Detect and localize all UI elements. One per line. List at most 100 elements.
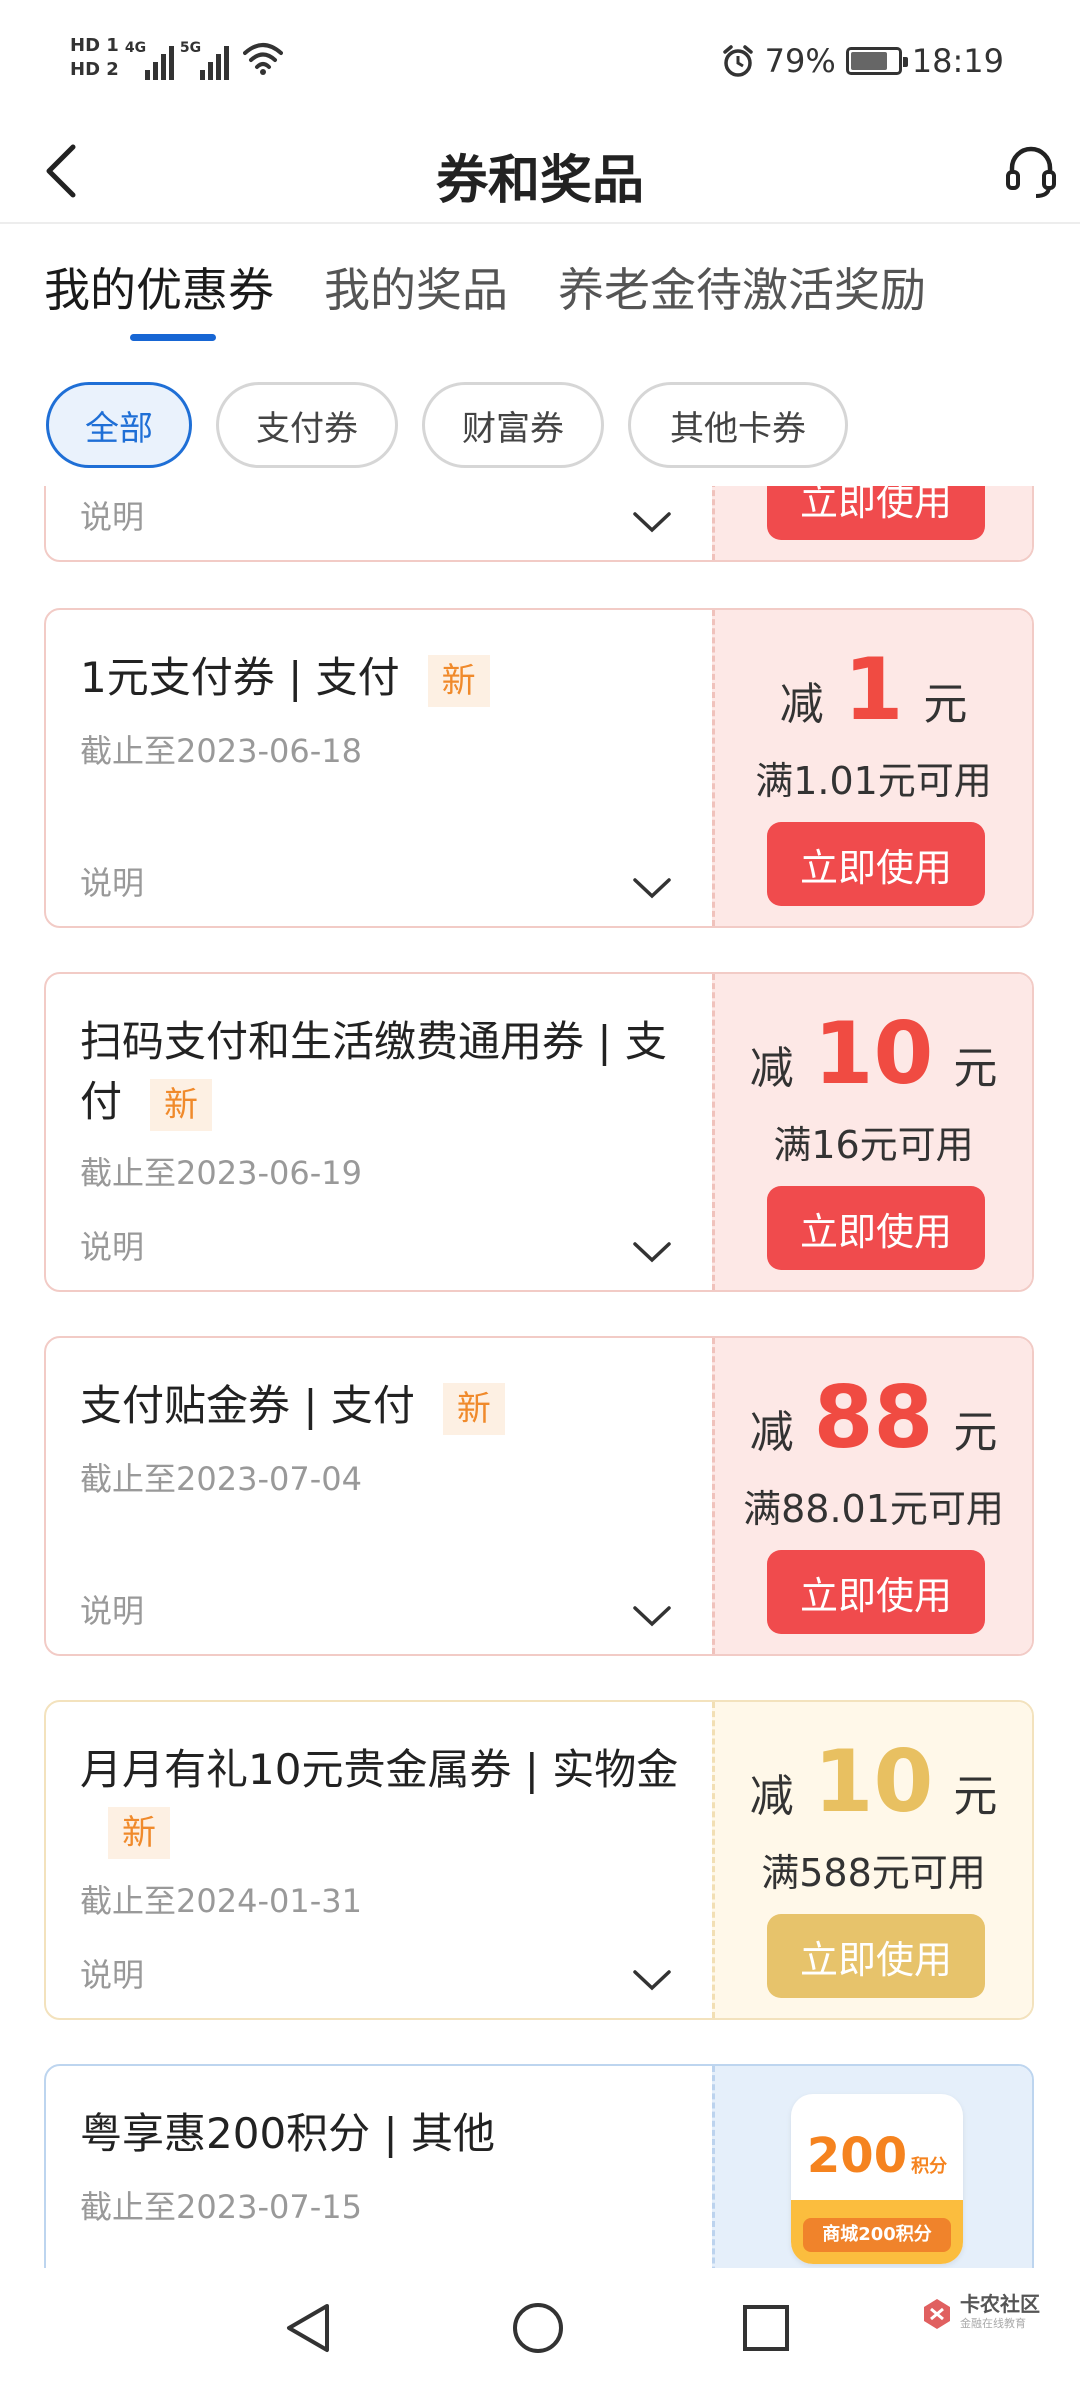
coupon-amount: 减 10 元 <box>715 1004 1032 1104</box>
amount-value: 10 <box>813 1732 934 1832</box>
battery-icon <box>845 47 908 75</box>
chevron-down-icon[interactable] <box>632 1604 672 1628</box>
amount-unit: 元 <box>953 1043 998 1094</box>
watermark: 卡农社区 金融在线教育 <box>920 2294 1040 2334</box>
amount-unit: 元 <box>953 1407 998 1458</box>
filter-wealth[interactable]: 财富券 <box>422 382 604 468</box>
new-badge: 新 <box>150 1078 213 1131</box>
circle-home-icon <box>513 2303 563 2353</box>
points-unit: 积分 <box>911 2156 948 2177</box>
coupon-title: 粤享惠200积分 | 其他 <box>80 2104 690 2164</box>
coupon-amount: 减1元 <box>715 640 1032 740</box>
filter-other-cards[interactable]: 其他卡券 <box>628 382 848 468</box>
coupon-title: 扫码支付和生活缴费通用券 | 支付新 <box>80 1012 690 1132</box>
coupon-desc-toggle[interactable]: 说明 <box>80 1222 144 1268</box>
filter-all[interactable]: 全部 <box>46 382 192 468</box>
system-nav-bar <box>0 2268 1080 2388</box>
chevron-down-icon[interactable] <box>632 1968 672 1992</box>
chevron-down-icon[interactable] <box>632 876 672 900</box>
amount-value: 10 <box>813 1004 934 1104</box>
chevron-down-icon[interactable] <box>632 510 672 534</box>
chevron-down-icon[interactable] <box>632 1240 672 1264</box>
headset-icon <box>1006 146 1056 198</box>
coupon-title: 支付贴金券 | 支付新 <box>80 1376 690 1436</box>
coupon-card: 支付贴金券 | 支付新 截止至2023-07-04 说明 减 88 元 满88.01… <box>44 1336 1034 1656</box>
use-now-button[interactable]: 立即使用 <box>767 1550 985 1634</box>
coupon-condition: 满1.01元可用 <box>755 759 992 803</box>
nav-back-button[interactable] <box>278 2298 338 2358</box>
watermark-sub: 金融在线教育 <box>960 2317 1026 2330</box>
coupon-condition: 满16元可用 <box>773 1123 974 1167</box>
customer-service-button[interactable] <box>996 136 1066 206</box>
coupon-expiry: 截止至2024-01-31 <box>80 1882 362 1920</box>
amount-value: 88 <box>813 1368 934 1468</box>
signal-4g-icon: 4G <box>125 36 174 80</box>
coupon-card: 粤享惠200积分 | 其他 截止至2023-07-15 200 积分 商城200积… <box>44 2064 1034 2268</box>
use-now-button[interactable]: 立即使用 <box>767 822 985 906</box>
coupon-expiry: 截止至2023-06-18 <box>80 732 362 770</box>
battery-percent: 79% <box>764 42 836 80</box>
coupon-desc-toggle[interactable]: 说明 <box>80 492 144 538</box>
coupon-condition: 满88.01元可用 <box>743 1487 1004 1531</box>
coupon-title-text: 粤享惠200积分 | 其他 <box>80 2109 496 2158</box>
kanong-logo-icon <box>924 2299 950 2329</box>
coupon-desc-toggle[interactable]: 说明 <box>80 858 144 904</box>
coupon-tabs: 我的优惠券 我的奖品 养老金待激活奖励 <box>44 254 926 344</box>
network-type-1: 4G <box>124 40 147 56</box>
amount-prefix: 减 <box>779 679 824 730</box>
coupon-card: 扫码支付和生活缴费通用券 | 支付新 截止至2023-06-19 说明 减 10 元… <box>44 972 1034 1292</box>
tab-my-prizes[interactable]: 我的奖品 <box>324 254 508 344</box>
points-value: 200 积分 <box>791 2128 963 2184</box>
network-type-2: 5G <box>179 40 202 56</box>
hd1-label: HD <box>70 35 101 56</box>
coupon-title: 月月有礼10元贵金属券 | 实物金新 <box>80 1740 690 1860</box>
hd-indicator: HD 1 HD 2 <box>70 37 119 79</box>
amount-unit: 元 <box>923 679 968 730</box>
coupon-card: 说明 立即使用 <box>44 486 1034 562</box>
coupon-title-text: 月月有礼10元贵金属券 | 实物金 <box>80 1745 679 1794</box>
coupon-expiry: 截止至2023-07-15 <box>80 2188 362 2226</box>
use-now-button[interactable]: 立即使用 <box>767 1186 985 1270</box>
new-badge: 新 <box>108 1806 170 1859</box>
coupon-card: 1元支付券 | 支付新 截止至2023-06-18 说明 减1元 满1.01元可… <box>44 608 1034 928</box>
square-recents-icon <box>743 2305 789 2351</box>
amount-prefix: 减 <box>749 1407 794 1458</box>
signal-5g-icon: 5G <box>180 36 229 80</box>
coupon-card: 月月有礼10元贵金属券 | 实物金新 截止至2024-01-31 说明 减 10 元… <box>44 1700 1034 2020</box>
new-badge: 新 <box>427 654 490 707</box>
coupon-condition: 满588元可用 <box>761 1851 986 1895</box>
nav-recents-button[interactable] <box>736 2298 796 2358</box>
hd1-sim: 1 <box>106 35 119 56</box>
tab-pension-rewards[interactable]: 养老金待激活奖励 <box>558 254 926 344</box>
alarm-icon <box>722 45 753 77</box>
coupon-expiry: 截止至2023-07-04 <box>80 1460 362 1498</box>
wifi-icon <box>242 43 283 75</box>
tab-my-coupons[interactable]: 我的优惠券 <box>44 254 274 344</box>
coupon-amount: 减 10 元 <box>715 1732 1032 1832</box>
use-now-button[interactable]: 立即使用 <box>767 1914 985 1998</box>
coupon-desc-toggle[interactable]: 说明 <box>80 1950 144 1996</box>
use-now-button[interactable]: 立即使用 <box>767 486 985 540</box>
hd2-sim: 2 <box>106 59 119 80</box>
amount-prefix: 减 <box>749 1043 794 1094</box>
coupon-title-text: 1元支付券 | 支付 <box>80 653 400 702</box>
coupon-list[interactable]: 说明 立即使用 1元支付券 | 支付新 截止至2023-06-18 说明 减1元… <box>0 486 1080 2268</box>
points-label: 商城200积分 <box>803 2218 951 2252</box>
filter-chips: 全部 支付券 财富券 其他卡券 <box>46 382 848 468</box>
filter-payment[interactable]: 支付券 <box>216 382 398 468</box>
status-bar: HD 1 HD 2 4G 5G 79% 18:19 <box>0 0 1080 130</box>
coupon-amount: 减 88 元 <box>715 1368 1032 1468</box>
page-title: 券和奖品 <box>435 151 644 211</box>
coupon-title: 1元支付券 | 支付新 <box>80 648 690 708</box>
coupon-desc-toggle[interactable]: 说明 <box>80 1586 144 1632</box>
amount-prefix: 减 <box>749 1771 794 1822</box>
coupon-expiry: 截止至2023-06-19 <box>80 1154 362 1192</box>
amount-value: 1 <box>843 640 904 740</box>
nav-home-button[interactable] <box>508 2298 568 2358</box>
clock: 18:19 <box>911 42 1004 80</box>
triangle-back-icon <box>287 2304 329 2352</box>
coupon-title-text: 支付贴金券 | 支付 <box>80 1381 415 1430</box>
hd2-label: HD <box>70 59 101 80</box>
points-number: 200 <box>806 2128 908 2184</box>
watermark-main: 卡农社区 <box>960 2292 1040 2316</box>
